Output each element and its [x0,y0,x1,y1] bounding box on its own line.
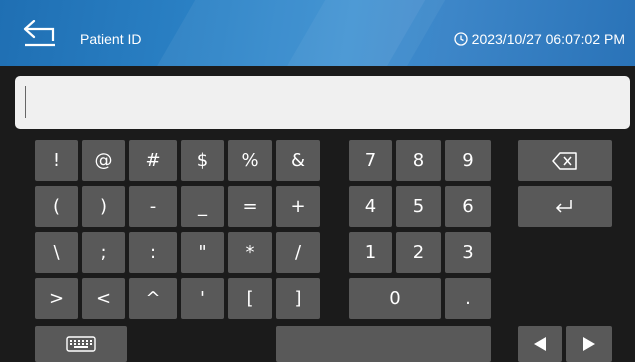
back-arrow-icon[interactable] [22,19,60,50]
key[interactable]: " [181,232,224,273]
key[interactable]: [ [228,278,272,319]
key-digit[interactable]: 8 [396,140,441,181]
key-digit[interactable]: 9 [445,140,491,181]
key[interactable]: = [228,186,272,227]
key[interactable]: / [276,232,320,273]
key-dot[interactable]: . [445,278,491,319]
page-title: Patient ID [80,31,142,47]
key[interactable]: ) [82,186,125,227]
key[interactable]: - [129,186,177,227]
key[interactable]: $ [181,140,224,181]
key[interactable]: ; [82,232,125,273]
patient-id-input[interactable] [15,76,630,129]
space-key[interactable] [276,326,491,362]
key[interactable]: ^ [129,278,177,319]
cursor-left-key[interactable] [518,326,562,362]
key[interactable]: + [276,186,320,227]
header-bar: Patient ID 2023/10/27 06:07:02 PM [0,0,635,66]
enter-key[interactable] [518,186,612,227]
clock-icon [454,32,468,46]
key-digit[interactable]: 1 [349,232,392,273]
key-digit[interactable]: 2 [396,232,441,273]
keyboard-icon [66,336,96,352]
key[interactable]: % [228,140,272,181]
key[interactable]: ( [35,186,78,227]
datetime-text: 2023/10/27 06:07:02 PM [471,31,625,47]
backspace-key[interactable] [518,140,612,181]
enter-icon [555,199,572,213]
key[interactable]: & [276,140,320,181]
key-digit[interactable]: 7 [349,140,392,181]
key[interactable]: > [35,278,78,319]
key[interactable]: ' [181,278,224,319]
key-digit[interactable]: 3 [445,232,491,273]
key[interactable]: < [82,278,125,319]
key-digit-zero[interactable]: 0 [349,278,441,319]
key[interactable]: @ [82,140,125,181]
key[interactable]: ! [35,140,78,181]
key[interactable]: ] [276,278,320,319]
key[interactable]: * [228,232,272,273]
key[interactable]: _ [181,186,224,227]
key[interactable]: \ [35,232,78,273]
key[interactable]: : [129,232,177,273]
datetime-display: 2023/10/27 06:07:02 PM [454,31,625,47]
arrow-left-icon [534,337,546,351]
cursor-right-key[interactable] [566,326,612,362]
keyboard-toggle-key[interactable] [35,326,127,362]
text-caret [25,86,26,118]
backspace-icon [552,151,577,170]
key-digit[interactable]: 5 [396,186,441,227]
key-digit[interactable]: 6 [445,186,491,227]
key[interactable]: # [129,140,177,181]
key-digit[interactable]: 4 [349,186,392,227]
arrow-right-icon [583,337,595,351]
